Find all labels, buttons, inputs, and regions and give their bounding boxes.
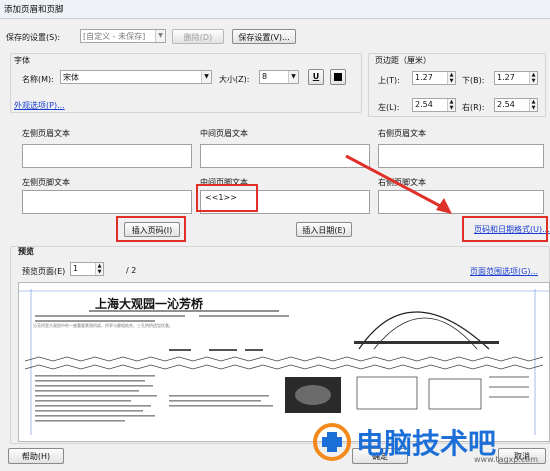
window-title: 添加页眉和页脚 [4,5,64,15]
left-header-label: 左侧页眉文本 [22,129,70,138]
insert-date-button[interactable]: 插入日期(E) [296,222,352,237]
preview-page-total: / 2 [126,266,137,275]
spinner-icon[interactable]: ▲ ▼ [447,72,455,84]
font-name-label: 名称(M): [22,75,54,84]
saved-settings-select[interactable]: [自定义 - 未保存] ▼ [80,29,166,43]
watermark-domain: www.tagxp.com [474,455,538,464]
margin-bottom-input[interactable]: 1.27 ▲ ▼ [494,71,538,85]
right-header-label: 右侧页眉文本 [378,129,426,138]
saved-settings-label: 保存的设置(S): [6,33,61,42]
margin-bottom-label: 下(B): [462,76,485,85]
font-size-select[interactable]: 8 ▼ [259,70,299,84]
spinner-icon[interactable]: ▲ ▼ [529,72,537,84]
title-bar: 添加页眉和页脚 [0,0,550,19]
left-footer-input[interactable] [22,190,192,214]
preview-page-value: 1 [73,264,79,273]
spinner-icon[interactable]: ▲ ▼ [447,99,455,111]
font-name-select[interactable]: 宋体 ▼ [60,70,212,84]
spinner-icon[interactable]: ▲ ▼ [95,263,103,275]
help-button[interactable]: 帮助(H) [8,448,64,464]
preview-canvas: 上海大观园一沁芳桥 沁芳桥是大观园中的一座重要景观桥梁，桥亭与廊相结合，三孔拱桥… [18,282,550,442]
spinner-icon[interactable]: ▲ ▼ [529,99,537,111]
annotation-box-format-link [462,216,548,242]
margin-top-label: 上(T): [378,76,400,85]
annotation-arrow-icon [345,154,452,214]
saved-settings-value: [自定义 - 未保存] [83,32,146,41]
left-footer-label: 左侧页脚文本 [22,178,70,187]
underline-button[interactable]: U [308,69,324,85]
font-color-button[interactable] [330,69,346,85]
preview-page-label: 预览页面(E) [22,267,66,276]
preview-document-title: 上海大观园一沁芳桥 [95,297,204,311]
chevron-down-icon: ▼ [155,30,165,42]
left-header-input[interactable] [22,144,192,168]
preview-document-text: 沁芳桥是大观园中的一座重要景观桥梁，桥亭与廊相结合，三孔拱桥造型优美。 [33,323,173,328]
margin-right-input[interactable]: 2.54 ▲ ▼ [494,98,538,112]
appearance-options-link[interactable]: 外观选项(P)... [14,100,65,111]
watermark-logo-icon [313,423,351,461]
font-group-label: 字体 [14,56,30,65]
preview-group-label: 预览 [18,247,34,256]
margin-right-value: 2.54 [497,100,515,109]
save-settings-button[interactable]: 保存设置(V)... [232,29,296,44]
margin-group-label: 页边距（厘米） [375,56,431,65]
page-range-options-link[interactable]: 页面范围选项(G)... [470,266,538,277]
chevron-down-icon: ▼ [201,71,211,83]
margin-left-value: 2.54 [415,100,433,109]
color-swatch-icon [334,73,342,81]
margin-bottom-value: 1.27 [497,73,515,82]
preview-page-input[interactable]: 1 ▲ ▼ [70,262,104,276]
font-size-value: 8 [262,72,268,81]
center-header-label: 中间页眉文本 [200,129,248,138]
font-size-label: 大小(Z): [219,75,250,84]
annotation-box-insert-page [116,216,186,242]
delete-settings-button[interactable]: 删除(D) [172,29,224,44]
font-name-value: 宋体 [63,73,79,82]
margin-left-label: 左(L): [378,103,400,112]
margin-top-value: 1.27 [415,73,433,82]
margin-right-label: 右(R): [462,103,485,112]
margin-left-input[interactable]: 2.54 ▲ ▼ [412,98,456,112]
margin-top-input[interactable]: 1.27 ▲ ▼ [412,71,456,85]
chevron-down-icon: ▼ [288,71,298,83]
annotation-box-center-footer [196,184,258,212]
